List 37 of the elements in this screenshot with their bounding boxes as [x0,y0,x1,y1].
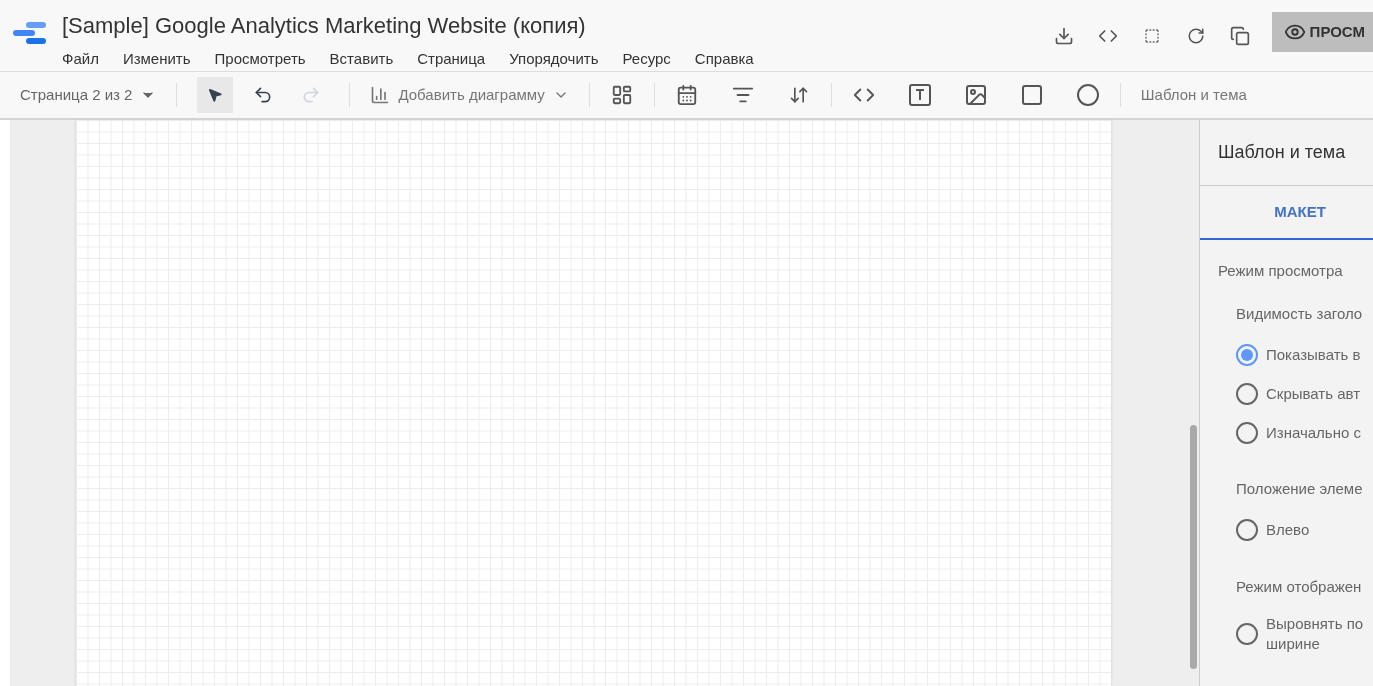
pointer-icon[interactable] [197,77,234,113]
menu-item[interactable]: Справка [694,48,754,71]
radio-label[interactable]: Изначально с [1266,422,1370,443]
rectangle-icon[interactable] [1019,83,1044,107]
section-label: Положение элеме [1235,479,1364,499]
logo-icon [12,20,46,46]
radio-label[interactable]: Скрывать авт [1266,383,1370,404]
menu-item[interactable]: Страница [417,48,486,71]
radio-button[interactable] [1236,519,1258,541]
menu-item[interactable]: Вставить [329,48,394,71]
radio-button[interactable] [1236,623,1258,645]
menu-item[interactable]: Упорядочить [509,48,599,71]
menu-item[interactable]: Просмотреть [214,48,306,71]
panel-title: Шаблон и тема [1218,141,1346,164]
radio-button[interactable] [1236,382,1258,405]
menu-item[interactable]: Изменить [122,48,191,71]
menu-item[interactable]: Файл [62,48,99,71]
theme-button[interactable]: Шаблон и тема [1140,83,1247,107]
scrollbar[interactable] [1190,425,1197,669]
report-title: [Sample] Google Analytics Marketing Website (копия) [62,12,587,40]
section-label: Видимость заголо [1235,303,1364,324]
image-icon[interactable] [963,83,988,107]
radio-label[interactable]: Показывать в [1266,344,1370,365]
bar-chart-icon [370,85,391,105]
circle-icon[interactable] [1075,83,1100,107]
radio-button[interactable] [1236,343,1258,366]
section-label: Режим отображен [1235,576,1363,597]
radio-label[interactable]: Выровнять по ширине [1266,614,1370,654]
radio-button[interactable] [1236,421,1258,444]
page-selector[interactable]: Страница 2 из 2 [20,83,157,107]
add-chart-button[interactable]: Добавить диаграмму [370,83,569,107]
menu-item[interactable]: Ресурс [622,48,671,71]
section-heading: Режим просмотра [1218,261,1344,281]
radio-label[interactable]: Влево [1266,520,1370,540]
text-box-icon[interactable] [907,83,932,107]
view-button[interactable]: ПРОСМ [1271,12,1373,52]
panel-tab[interactable]: МАКЕТ [1200,186,1373,240]
